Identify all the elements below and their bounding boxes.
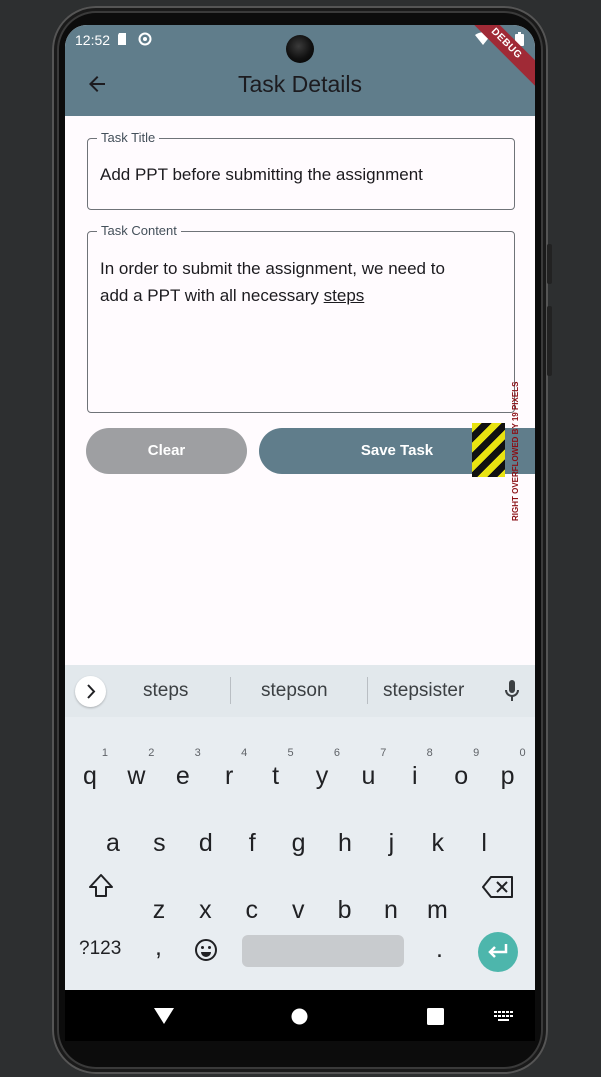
overflow-warning-text: RIGHT OVERFLOWED BY 19 PIXELS <box>511 381 520 521</box>
task-content-field[interactable]: Task Content In order to submit the assi… <box>87 223 515 413</box>
comma-key[interactable]: , <box>155 933 162 962</box>
key-number-hint: 8 <box>426 747 433 759</box>
nav-home-icon[interactable] <box>291 1008 308 1025</box>
nav-recents-icon[interactable] <box>427 1008 444 1025</box>
key-number-hint: 5 <box>287 747 294 759</box>
key-e[interactable]: e3 <box>163 747 203 802</box>
key-number-hint: 1 <box>101 747 108 759</box>
suggestion-strip: steps stepson stepsister <box>65 665 535 717</box>
key-j[interactable]: j <box>371 817 411 869</box>
nav-back-icon[interactable] <box>154 1008 174 1024</box>
soft-keyboard: steps stepson stepsister q1w2e3r4t5y6u7i… <box>65 665 535 990</box>
key-number-hint: 7 <box>380 747 387 759</box>
key-number-hint: 4 <box>241 747 248 759</box>
key-w[interactable]: w2 <box>116 747 156 802</box>
task-content-line-2-text: add a PPT with all necessary <box>100 286 324 305</box>
task-content-line-2: add a PPT with all necessary steps <box>100 282 502 309</box>
key-k[interactable]: k <box>418 817 458 869</box>
key-label: y <box>315 762 329 790</box>
key-t[interactable]: t5 <box>256 747 296 802</box>
key-label: t <box>272 762 280 790</box>
key-label: o <box>454 762 469 790</box>
suggestion-divider <box>230 677 231 704</box>
key-label: w <box>127 762 146 790</box>
task-content-label: Task Content <box>97 223 181 238</box>
key-label: u <box>361 762 376 790</box>
key-b[interactable]: b <box>325 884 365 936</box>
key-number-hint: 0 <box>519 747 526 759</box>
clear-button[interactable]: Clear <box>86 428 247 474</box>
page-title: Task Details <box>238 71 362 97</box>
key-number-hint: 6 <box>333 747 340 759</box>
sd-card-icon <box>118 33 126 45</box>
key-r[interactable]: r4 <box>209 747 249 802</box>
symbols-key[interactable]: ?123 <box>79 938 121 960</box>
key-number-hint: 3 <box>194 747 201 759</box>
key-a[interactable]: a <box>93 817 133 869</box>
task-title-field[interactable]: Task Title Add PPT before submitting the… <box>87 130 515 210</box>
shift-icon[interactable] <box>87 872 115 900</box>
key-y[interactable]: y6 <box>302 747 342 802</box>
key-s[interactable]: s <box>139 817 179 869</box>
task-content-value[interactable]: In order to submit the assignment, we ne… <box>100 255 502 309</box>
key-c[interactable]: c <box>232 884 272 936</box>
key-z[interactable]: z <box>139 884 179 936</box>
key-v[interactable]: v <box>278 884 318 936</box>
status-time: 12:52 <box>75 32 111 48</box>
key-label: p <box>500 762 515 790</box>
sync-icon <box>138 32 152 46</box>
system-nav-bar <box>65 990 535 1041</box>
key-g[interactable]: g <box>279 817 319 869</box>
key-label: e <box>175 762 190 790</box>
app-bar: Task Details <box>65 55 535 116</box>
suggestion-2[interactable]: stepson <box>261 680 328 702</box>
volume-button <box>547 244 552 284</box>
key-label: r <box>225 762 234 790</box>
overflow-indicator <box>472 423 505 477</box>
key-x[interactable]: x <box>185 884 225 936</box>
task-content-line-1: In order to submit the assignment, we ne… <box>100 259 445 278</box>
phone-screen: 12:52 Task Details DEBUG Task Title Add … <box>65 25 535 1041</box>
key-q[interactable]: q1 <box>70 747 110 802</box>
key-f[interactable]: f <box>232 817 272 869</box>
backspace-icon[interactable] <box>482 876 514 898</box>
key-number-hint: 9 <box>473 747 480 759</box>
key-m[interactable]: m <box>417 884 457 936</box>
task-title-label: Task Title <box>97 130 160 145</box>
key-n[interactable]: n <box>371 884 411 936</box>
key-d[interactable]: d <box>186 817 226 869</box>
space-key[interactable] <box>242 935 404 967</box>
task-content-composing-word: steps <box>323 286 365 305</box>
front-camera <box>286 35 314 63</box>
key-u[interactable]: u7 <box>348 747 388 802</box>
task-title-value[interactable]: Add PPT before submitting the assignment <box>100 161 502 188</box>
suggestion-divider <box>367 677 368 704</box>
keyboard-switch-icon[interactable] <box>494 1011 514 1022</box>
enter-icon[interactable] <box>478 932 518 972</box>
key-label: i <box>412 762 418 790</box>
key-i[interactable]: i8 <box>395 747 435 802</box>
emoji-icon[interactable] <box>194 938 218 962</box>
suggestion-3[interactable]: stepsister <box>383 680 464 702</box>
power-button <box>547 306 552 376</box>
suggestion-1[interactable]: steps <box>143 680 188 702</box>
key-o[interactable]: o9 <box>441 747 481 802</box>
key-h[interactable]: h <box>325 817 365 869</box>
key-label: q <box>83 762 97 790</box>
period-key[interactable]: . <box>436 935 443 964</box>
mic-icon[interactable] <box>503 679 521 703</box>
key-number-hint: 2 <box>148 747 155 759</box>
key-p[interactable]: p0 <box>488 747 528 802</box>
key-l[interactable]: l <box>464 817 504 869</box>
chevron-right-icon[interactable] <box>75 676 106 707</box>
